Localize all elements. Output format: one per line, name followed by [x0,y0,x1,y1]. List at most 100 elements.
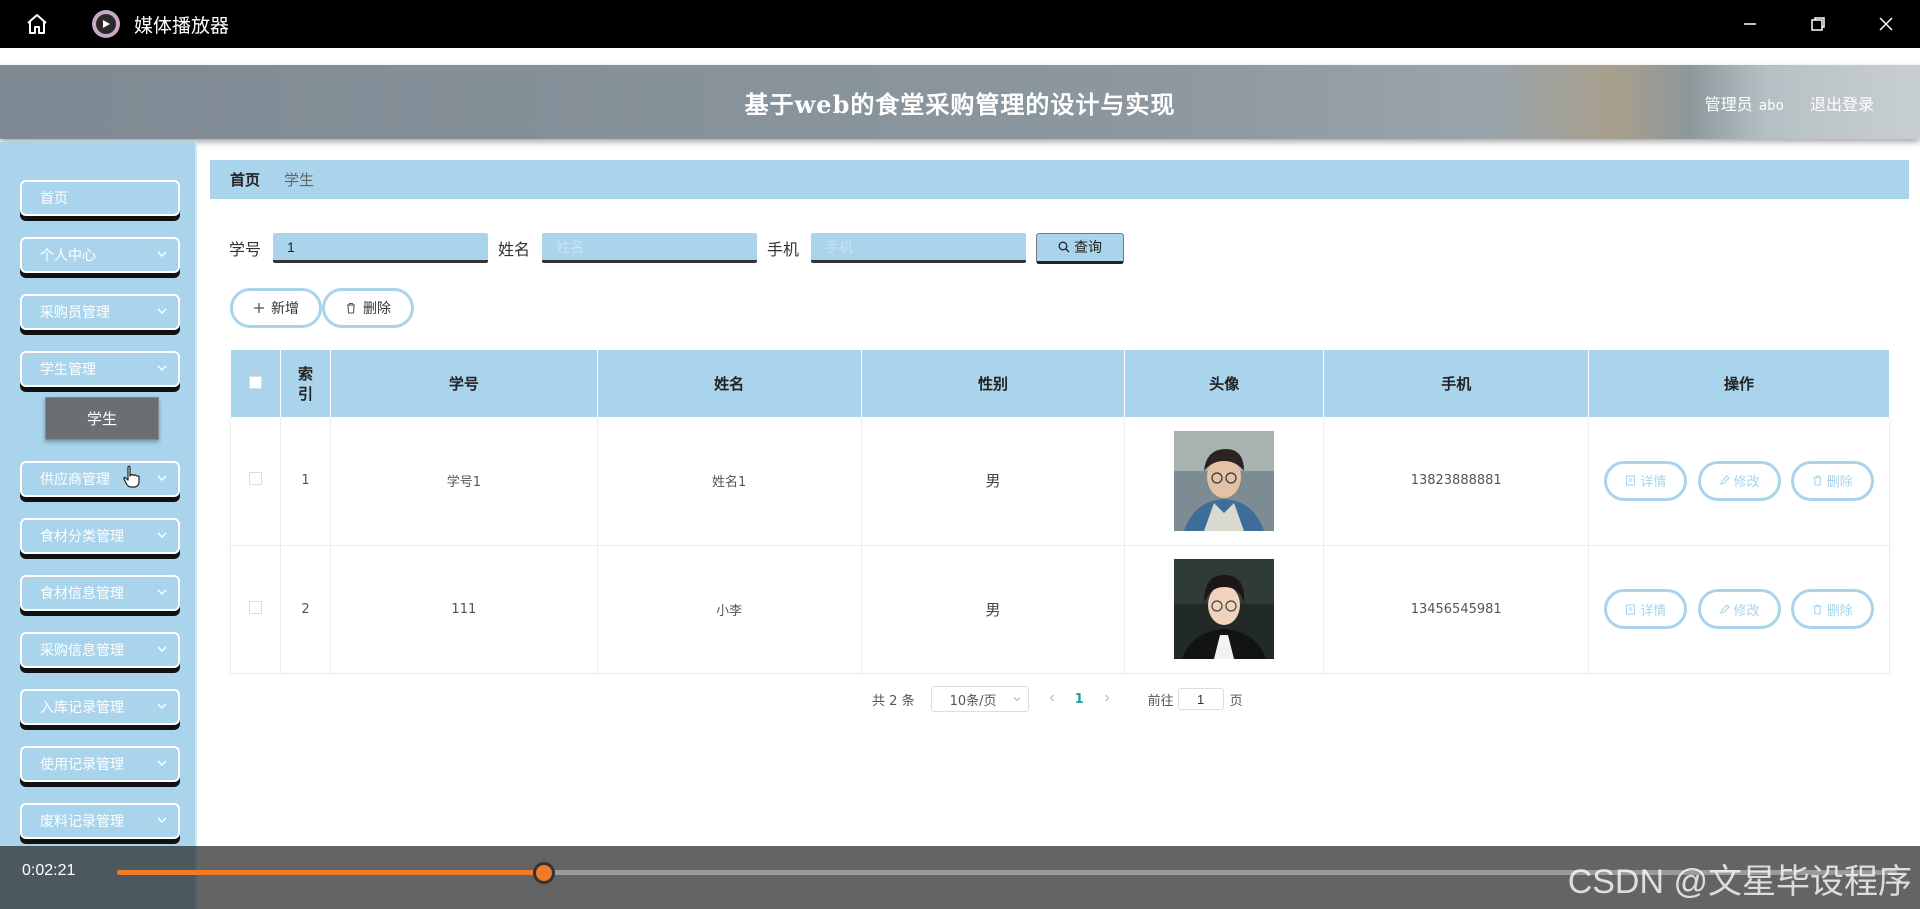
sidebar-item-label: 首页 [40,191,68,207]
add-button-label: 新增 [271,301,299,317]
close-button[interactable] [1852,0,1920,48]
chevron-down-icon [157,532,167,538]
cell-index: 2 [280,545,331,674]
select-all-checkbox[interactable] [248,375,262,389]
sidebar-item-student-management[interactable]: 学生管理 [20,351,180,387]
player-titlebar: 媒体播放器 [0,0,1920,48]
trash-icon [1813,475,1822,486]
pagination: 共 2 条 10条/页 1 前往 页 [872,686,1243,712]
row-select-cell [230,545,281,674]
detail-button[interactable]: 详情 [1604,589,1688,629]
name-label: 姓名 [498,240,531,259]
chevron-left-icon [1049,694,1054,701]
cell-avatar [1124,545,1325,674]
watermark: CSDN @文星毕设程序 [1567,863,1912,901]
cell-name: 小李 [597,545,862,674]
edit-button[interactable]: 修改 [1697,460,1781,501]
cell-actions: 详情 修改 删除 [1588,417,1890,546]
chevron-down-icon [157,251,167,257]
cell-index: 1 [280,417,331,546]
player-logo-icon [92,10,120,38]
query-button-label: 查询 [1074,240,1103,256]
breadcrumb-home[interactable]: 首页 [230,169,260,190]
phone-input[interactable] [811,233,1027,263]
detail-button-label: 详情 [1640,603,1667,619]
sidebar-item-personal-center[interactable]: 个人中心 [20,237,180,273]
player-control-bar: 0:02:21 CSDN @文星毕设程序 [0,846,1920,909]
column-header-gender: 性别 [861,350,1126,417]
page-suffix: 页 [1229,693,1243,709]
minimize-button[interactable] [1716,0,1784,48]
home-icon[interactable] [22,9,52,39]
sidebar-subitem-student[interactable]: 学生 [45,397,159,440]
student-no-label: 学号 [229,240,262,259]
sidebar-item-home[interactable]: 首页 [20,180,180,216]
batch-delete-button[interactable]: 删除 [322,288,414,328]
sidebar-item-ingredient-info[interactable]: 食材信息管理 [20,575,180,611]
sidebar-item-label: 食材分类管理 [40,529,124,545]
goto-label: 前往 [1147,693,1174,709]
goto-page-input[interactable] [1177,688,1224,710]
sidebar-item-supplier-management[interactable]: 供应商管理 [20,461,180,497]
cell-phone: 13823888881 [1323,417,1590,546]
sidebar-item-ingredient-category[interactable]: 食材分类管理 [20,518,180,554]
pencil-icon [1719,603,1730,614]
pencil-icon [1719,475,1730,486]
row-checkbox[interactable] [248,472,262,486]
document-icon [1626,603,1636,615]
username: abo [1758,98,1784,114]
sidebar-item-label: 食材信息管理 [40,586,124,602]
total-prefix: 共 [872,693,886,709]
row-checkbox[interactable] [248,600,262,614]
user-role: 管理员 [1704,95,1753,114]
column-header-actions: 操作 [1588,350,1890,417]
query-button[interactable]: 查询 [1036,232,1125,264]
page-number[interactable]: 1 [1075,692,1084,707]
sidebar-item-label: 入库记录管理 [40,700,124,716]
page-size-select[interactable]: 10条/页 [930,686,1029,712]
chevron-down-icon [157,760,167,766]
search-row: 学号 姓名 手机 查询 [229,232,1125,264]
prev-page-button[interactable] [1047,692,1057,707]
next-page-button[interactable] [1102,692,1112,707]
student-no-input[interactable] [273,233,489,263]
seek-bar-thumb[interactable] [533,862,556,884]
chevron-down-icon [157,703,167,709]
edit-button[interactable]: 修改 [1697,589,1781,629]
plus-icon [254,303,264,313]
name-input[interactable] [542,233,758,263]
breadcrumb: 首页 学生 [210,160,1909,199]
action-row: 新增 删除 [230,288,414,328]
sidebar-item-purchase-info[interactable]: 采购信息管理 [20,632,180,668]
sidebar-item-waste-records[interactable]: 废料记录管理 [20,803,180,839]
chevron-down-icon [157,646,167,652]
sidebar-item-label: 废料记录管理 [40,814,124,830]
table-header-row: 索引 学号 姓名 性别 头像 手机 操作 [230,350,1890,417]
add-button[interactable]: 新增 [230,288,322,328]
breadcrumb-current: 学生 [284,171,315,189]
sidebar-item-label: 使用记录管理 [40,757,124,773]
trash-icon [1813,603,1822,615]
chevron-down-icon [157,475,167,481]
delete-button[interactable]: 删除 [1790,589,1874,629]
sidebar-item-label: 个人中心 [40,248,96,264]
delete-button-label: 删除 [1826,603,1853,619]
cell-student-no: 111 [330,545,598,674]
table-row: 2 111 小李 男 13456545981 详情 修改 删除 [230,545,1890,674]
row-select-cell [230,417,281,546]
cell-gender: 男 [861,417,1126,546]
chevron-down-icon [157,817,167,823]
detail-button[interactable]: 详情 [1604,460,1688,501]
delete-button[interactable]: 删除 [1790,460,1874,501]
cell-student-no: 学号1 [330,417,598,546]
sidebar-item-usage-records[interactable]: 使用记录管理 [20,746,180,782]
app-title: 基于web的食堂采购管理的设计与实现 [744,90,1176,119]
column-header-student-no: 学号 [330,350,598,417]
cell-gender: 男 [861,545,1126,674]
restore-button[interactable] [1784,0,1852,48]
trash-icon [347,302,355,314]
document-icon [1626,475,1636,486]
sidebar-item-inbound-records[interactable]: 入库记录管理 [20,689,180,725]
sidebar-item-buyer-management[interactable]: 采购员管理 [20,294,180,330]
logout-link[interactable]: 退出登录 [1810,91,1874,115]
